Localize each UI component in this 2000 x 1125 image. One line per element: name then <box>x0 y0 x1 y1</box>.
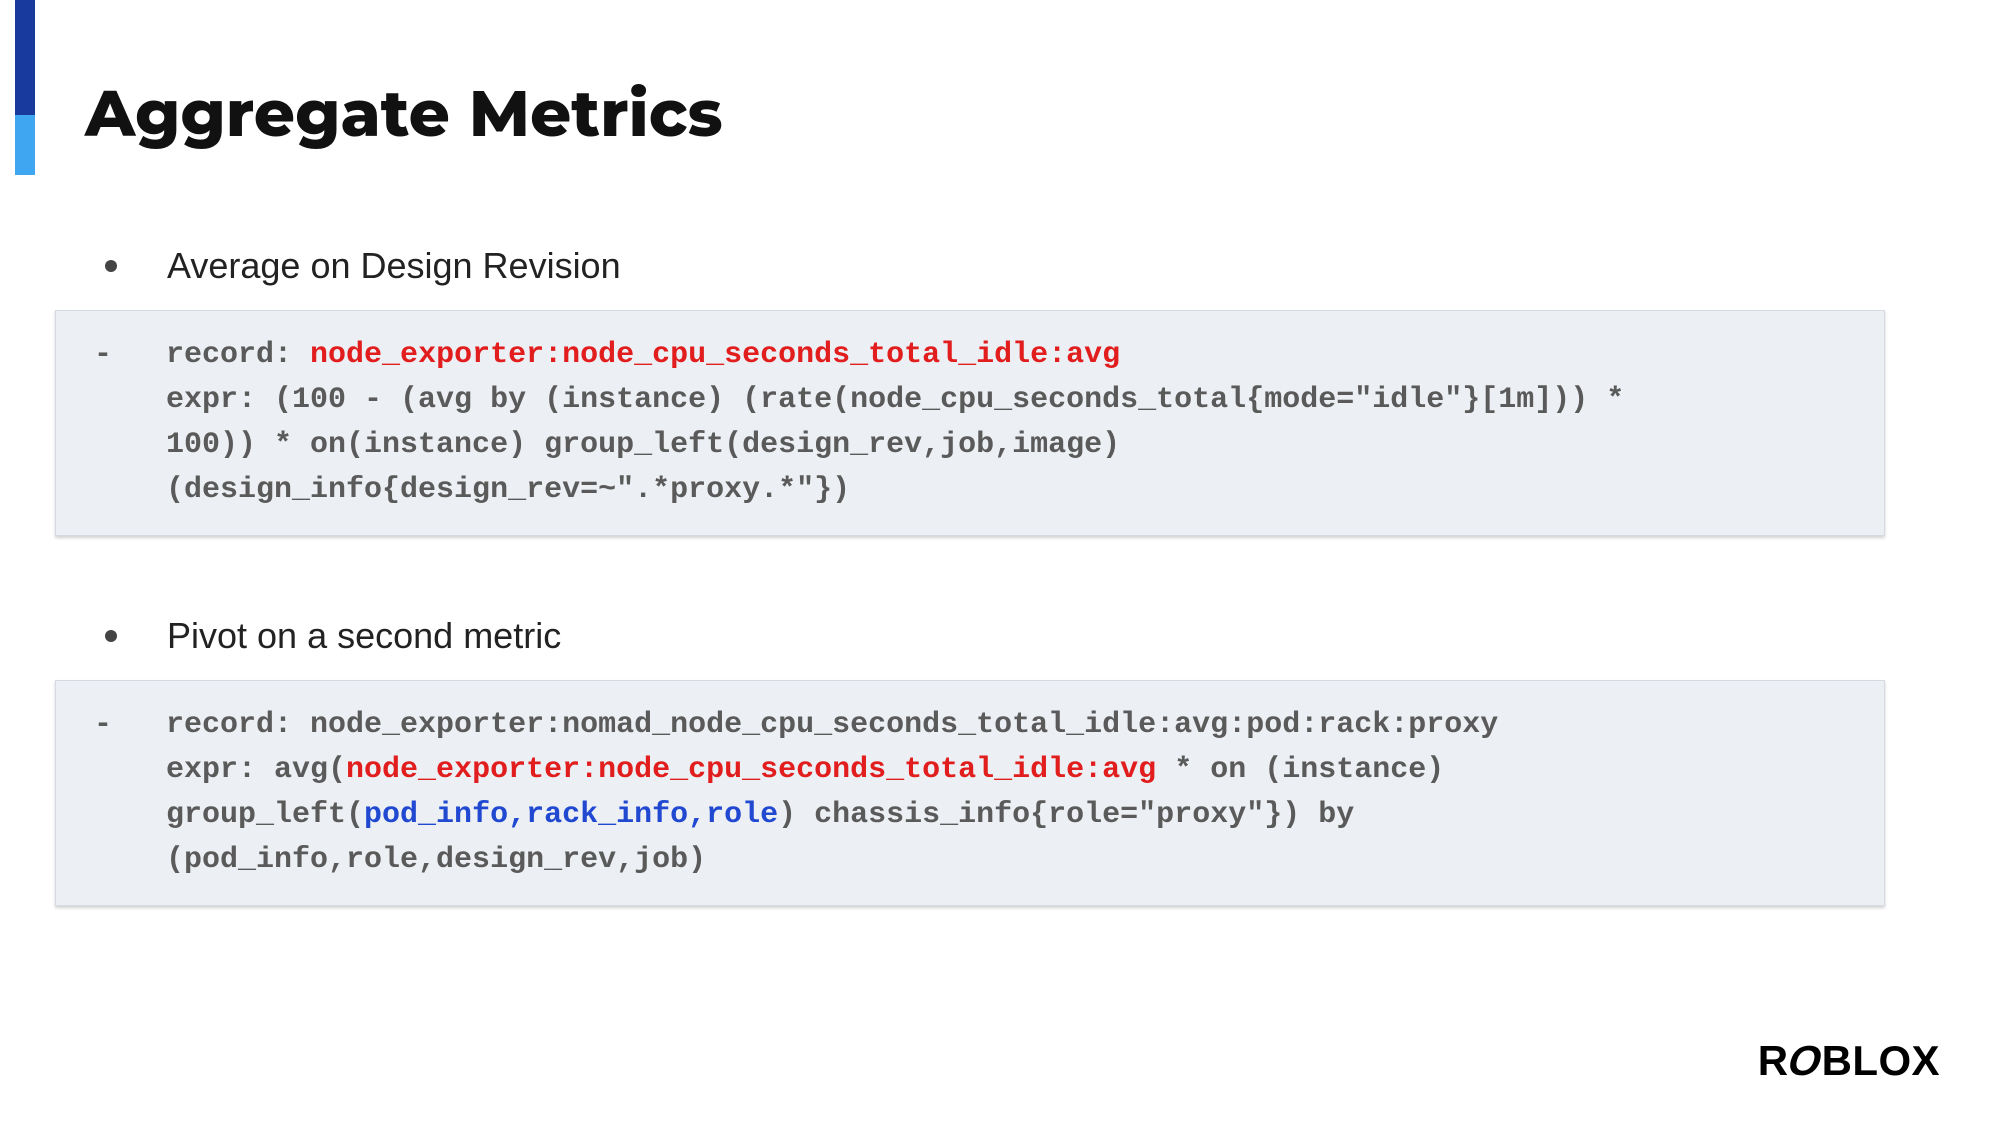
code1-line1: - record: node_exporter:node_cpu_seconds… <box>66 333 1874 378</box>
bullet-dot-icon <box>105 630 117 642</box>
accent-bar-dark <box>15 0 35 115</box>
code1-line2: expr: (100 - (avg by (instance) (rate(no… <box>66 378 1874 423</box>
bullet-1: Average on Design Revision <box>105 245 1915 287</box>
code-block-2: - record: node_exporter:nomad_node_cpu_s… <box>55 680 1885 906</box>
code-text: group_left( <box>94 798 364 832</box>
code-text: - record: <box>94 338 310 372</box>
code-highlight-blue: pod_info,rack_info,role <box>364 798 778 832</box>
bullet-1-text: Average on Design Revision <box>167 245 621 287</box>
roblox-logo: ROBLOX <box>1758 1037 1940 1085</box>
code-text: * on (instance) <box>1156 753 1444 787</box>
code1-line3: 100)) * on(instance) group_left(design_r… <box>66 423 1874 468</box>
logo-part-blox: BLOX <box>1822 1037 1940 1084</box>
bullet-row-1: Average on Design Revision <box>105 245 1915 287</box>
code2-line2: expr: avg(node_exporter:node_cpu_seconds… <box>66 748 1874 793</box>
code-text: expr: avg( <box>94 753 346 787</box>
code-highlight-red: node_exporter:node_cpu_seconds_total_idl… <box>346 753 1156 787</box>
bullet-2: Pivot on a second metric <box>105 615 1915 657</box>
code1-line4: (design_info{design_rev=~".*proxy.*"}) <box>66 468 1874 513</box>
bullet-row-2: Pivot on a second metric <box>105 615 1915 657</box>
code2-line1: - record: node_exporter:nomad_node_cpu_s… <box>66 703 1874 748</box>
code-highlight-red: node_exporter:node_cpu_seconds_total_idl… <box>310 338 1120 372</box>
code2-line3: group_left(pod_info,rack_info,role) chas… <box>66 793 1874 838</box>
code-block-1: - record: node_exporter:node_cpu_seconds… <box>55 310 1885 536</box>
accent-bar-light <box>15 115 35 175</box>
slide: Aggregate Metrics Average on Design Revi… <box>0 0 2000 1125</box>
bullet-2-text: Pivot on a second metric <box>167 615 561 657</box>
slide-title: Aggregate Metrics <box>85 75 723 153</box>
bullet-dot-icon <box>105 260 117 272</box>
code-text: ) chassis_info{role="proxy"}) by <box>778 798 1354 832</box>
code2-line4: (pod_info,role,design_rev,job) <box>66 838 1874 883</box>
